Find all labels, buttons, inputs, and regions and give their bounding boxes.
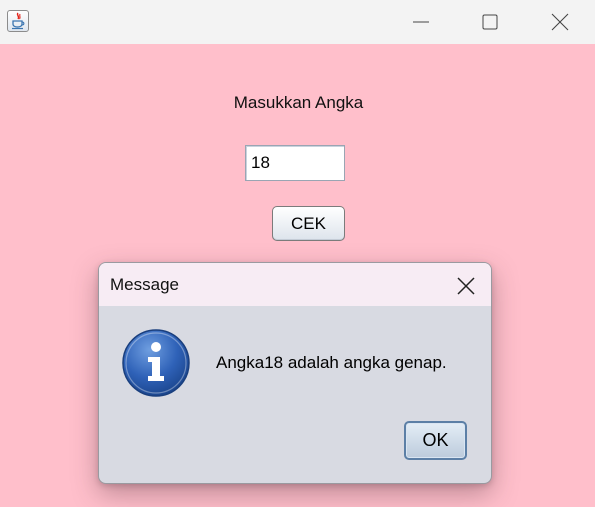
minimize-icon bbox=[413, 21, 429, 23]
dialog-titlebar[interactable]: Message bbox=[99, 263, 491, 306]
prompt-label: Masukkan Angka bbox=[233, 93, 364, 112]
app-window: Masukkan Angka CEK Message bbox=[0, 0, 595, 507]
close-icon bbox=[551, 13, 569, 31]
window-titlebar[interactable] bbox=[0, 0, 595, 44]
minimize-button[interactable] bbox=[386, 0, 456, 44]
java-icon[interactable] bbox=[7, 10, 29, 32]
dialog-close-button[interactable] bbox=[447, 271, 483, 299]
ok-button[interactable]: OK bbox=[404, 421, 467, 460]
maximize-button[interactable] bbox=[455, 0, 525, 44]
maximize-icon bbox=[482, 14, 498, 30]
dialog-message: Angka18 adalah angka genap. bbox=[216, 353, 447, 372]
message-dialog: Message Angka18 adalah angka genap. OK bbox=[98, 262, 492, 484]
check-button[interactable]: CEK bbox=[272, 206, 345, 241]
window-close-button[interactable] bbox=[525, 0, 595, 44]
close-icon bbox=[457, 277, 475, 295]
dialog-title: Message bbox=[110, 275, 179, 294]
number-input[interactable] bbox=[245, 145, 345, 181]
info-icon bbox=[121, 328, 191, 398]
